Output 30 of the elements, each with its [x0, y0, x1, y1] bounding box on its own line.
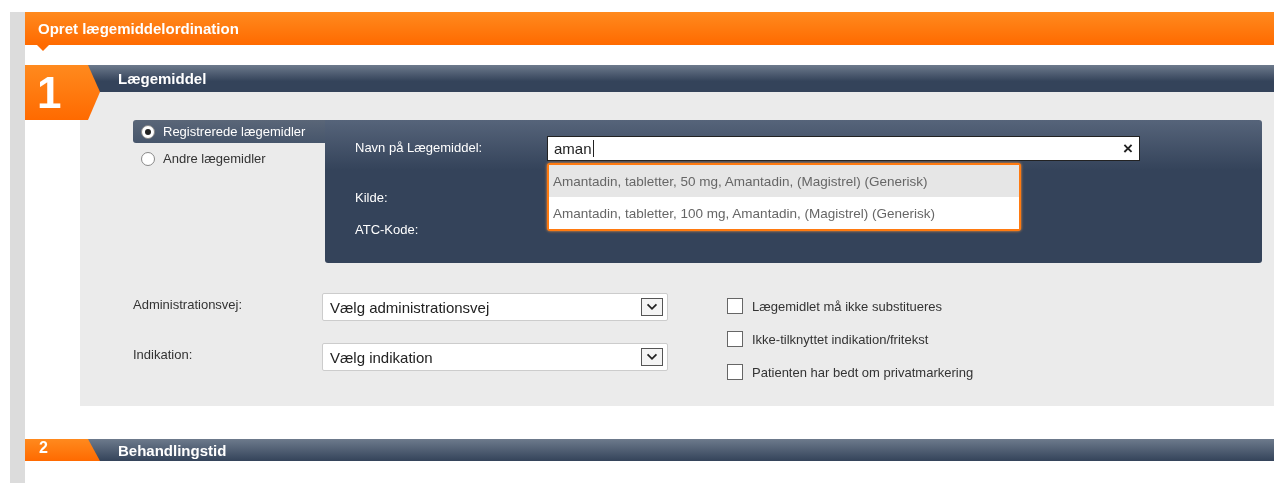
field-label: Kilde: — [355, 190, 389, 205]
field-label: Indikation: — [133, 346, 194, 362]
section-title: Lægemiddel — [118, 70, 207, 87]
field-label: ATC-Kode: — [355, 222, 420, 237]
checkbox[interactable] — [727, 331, 743, 347]
clear-button[interactable]: × — [1123, 138, 1133, 159]
checkbox-label: Ikke-tilknyttet indikation/fritekst — [752, 331, 929, 347]
checkbox-label: Patienten har bedt om privatmarkering — [752, 364, 974, 380]
radio-button[interactable] — [141, 124, 155, 139]
dropdown[interactable]: Vælg indikation — [322, 343, 668, 371]
suggestion-item[interactable]: Amantadin, tabletter, 50 mg, Amantadin, (Magistrel) (Generisk) — [549, 165, 1019, 197]
checkbox[interactable] — [727, 298, 743, 314]
checkbox-label: Lægemidlet må ikke substitueres — [752, 298, 943, 314]
page-title: Opret lægemiddelordination — [38, 20, 239, 37]
section-title: Behandlingstid — [118, 441, 227, 459]
step-badge: 1 — [25, 65, 100, 120]
field-label: Navn på Lægemiddel: — [355, 139, 484, 157]
field-value: aman — [554, 140, 594, 157]
step-badge: 2 — [25, 439, 100, 461]
pointer-notch — [37, 45, 49, 51]
radio-option[interactable]: Registrerede lægemidler — [133, 120, 325, 143]
caret-icon — [641, 298, 663, 316]
radio-option[interactable]: Andre lægemidler — [133, 147, 325, 170]
radio-button[interactable] — [141, 151, 155, 166]
dropdown[interactable]: Vælg administrationsvej — [322, 293, 668, 321]
checkbox[interactable] — [727, 364, 743, 380]
field-label: Administrationsvej: — [133, 296, 244, 312]
suggestion-item[interactable]: Amantadin, tabletter, 100 mg, Amantadin, (Magistrel) (Generisk) — [549, 197, 1019, 229]
search-field[interactable]: aman × — [547, 136, 1140, 161]
caret-icon — [641, 348, 663, 366]
